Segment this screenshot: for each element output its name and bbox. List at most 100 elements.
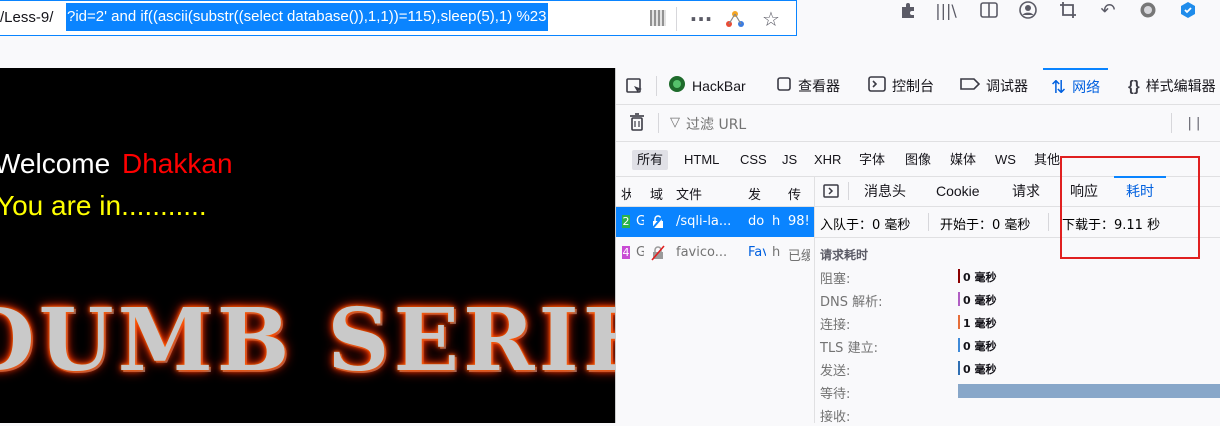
request-file: /sqli-la... <box>676 214 732 229</box>
filter-xhr[interactable]: XHR <box>809 150 846 170</box>
insecure-lock-icon <box>650 245 666 265</box>
filter-fonts[interactable]: 字体 <box>854 150 890 170</box>
pause-icon[interactable]: | | <box>1186 113 1202 133</box>
tab-cookies[interactable]: Cookie <box>936 176 980 206</box>
trash-icon[interactable] <box>626 111 648 133</box>
tab-headers[interactable]: 消息头 <box>864 176 906 206</box>
tab-inspector[interactable]: 查看器 <box>776 68 840 104</box>
filter-all[interactable]: 所有 <box>632 150 669 170</box>
tab-console[interactable]: 控制台 <box>868 68 934 104</box>
bookmark-star-icon[interactable]: ☆ <box>758 1 784 37</box>
column-status[interactable]: 状 <box>621 184 631 203</box>
qr-code-icon[interactable] <box>650 10 666 26</box>
addon-icon[interactable] <box>1176 0 1200 20</box>
timing-row-connect: 连接: 1 毫秒 <box>820 311 1220 334</box>
filter-html[interactable]: HTML <box>679 150 724 170</box>
request-row[interactable]: 2 G /sqli-la... do h 98! <box>616 207 814 237</box>
status-badge: 2 <box>622 215 630 228</box>
reader-view-icon[interactable] <box>977 0 1001 20</box>
status-text: You are in........... <box>0 190 207 221</box>
pick-element-icon[interactable] <box>624 76 646 98</box>
tab-style-editor[interactable]: {} 样式编辑器 <box>1128 68 1216 104</box>
filter-js[interactable]: JS <box>777 150 802 170</box>
url-selected-text[interactable]: ?id=2' and if((ascii(substr((select data… <box>66 3 549 31</box>
network-icon: ⇅ <box>1051 76 1067 97</box>
library-icon[interactable]: |||\ <box>934 0 958 20</box>
crop-icon[interactable] <box>1056 0 1080 20</box>
request-method: G <box>636 245 644 260</box>
timing-value: 0 毫秒 <box>963 363 997 376</box>
timing-bar <box>958 269 960 283</box>
extension-share-icon[interactable] <box>722 1 748 37</box>
timing-label: 发送: <box>820 364 851 379</box>
details-separator <box>848 182 849 200</box>
summary-queued: 入队于：0 毫秒 <box>820 218 911 233</box>
browser-toolbar: /Less-9/ ?id=2' and if((ascii(substr((se… <box>0 0 1220 68</box>
timing-label: 接收: <box>820 410 851 425</box>
timing-bar <box>958 292 960 306</box>
puzzle-icon[interactable] <box>896 0 920 20</box>
filter-media[interactable]: 媒体 <box>945 150 981 170</box>
column-domain[interactable]: 域 <box>650 184 663 203</box>
tab-hackbar[interactable]: HackBar <box>668 68 746 104</box>
request-initiator: Fav <box>748 245 766 260</box>
url-bar[interactable]: /Less-9/ ?id=2' and if((ascii(substr((se… <box>0 0 797 36</box>
timing-label: TLS 建立: <box>820 341 878 356</box>
record-icon[interactable] <box>1136 0 1160 20</box>
request-file: favico... <box>676 245 728 260</box>
console-icon <box>868 76 886 96</box>
account-icon[interactable] <box>1016 0 1040 20</box>
undo-icon[interactable]: ↶ <box>1096 0 1120 21</box>
tab-label: 样式编辑器 <box>1145 78 1216 94</box>
style-editor-icon: {} <box>1128 77 1140 95</box>
tab-separator <box>656 76 657 96</box>
timing-bar <box>958 338 960 352</box>
timing-value: 0 毫秒 <box>963 340 997 353</box>
timing-row-blocked: 阻塞: 0 毫秒 <box>820 265 1220 288</box>
summary-started: 开始于：0 毫秒 <box>940 218 1031 233</box>
summary-separator <box>928 213 929 231</box>
request-method: G <box>636 214 644 229</box>
timing-label: DNS 解析: <box>820 295 883 310</box>
filter-css[interactable]: CSS <box>735 150 772 170</box>
tab-network[interactable]: ⇅ 网络 <box>1043 68 1109 104</box>
filter-ws[interactable]: WS <box>990 150 1021 170</box>
timing-row-dns: DNS 解析: 0 毫秒 <box>820 288 1220 311</box>
timing-row-tls: TLS 建立: 0 毫秒 <box>820 334 1220 357</box>
request-type: h <box>772 245 781 260</box>
tab-debugger[interactable]: 调试器 <box>960 68 1028 104</box>
summary-separator <box>1048 213 1049 231</box>
status-badge: 4 <box>622 246 630 259</box>
devtools-tabbar: HackBar 查看器 控制台 调试器 ⇅ 网络 {} 样式编辑器 <box>616 68 1220 105</box>
tab-label: 控制台 <box>892 78 934 94</box>
webpage-viewport: Welcome Dhakkan You are in........... DU… <box>0 68 615 423</box>
more-icon[interactable]: ··· <box>688 1 714 37</box>
filter-images[interactable]: 图像 <box>900 150 936 170</box>
column-initiator[interactable]: 发 <box>748 184 761 203</box>
timing-row-wait: 等待: <box>820 380 1220 403</box>
network-filter-bar: ▽ 过滤 URL | | <box>616 105 1220 142</box>
url-separator <box>676 7 677 31</box>
timing-label: 连接: <box>820 318 851 333</box>
timing-bar <box>958 384 1220 398</box>
column-file[interactable]: 文件 <box>676 184 702 203</box>
filter-separator <box>658 113 659 133</box>
timing-value: 0 毫秒 <box>963 294 997 307</box>
column-transferred[interactable]: 传 <box>788 184 801 203</box>
dumb-series-banner: DUMB SERIES <box>0 290 615 391</box>
timing-value: 1 毫秒 <box>963 317 997 330</box>
timing-label: 阻塞: <box>820 272 851 287</box>
request-row[interactable]: 4 G favico... Fav h 已缓 <box>616 238 814 268</box>
request-size: 已缓 <box>788 249 810 264</box>
filter-icon: ▽ <box>670 114 680 130</box>
toggle-sidebar-icon[interactable] <box>822 182 840 200</box>
timing-label: 等待: <box>820 387 851 402</box>
tab-request[interactable]: 请求 <box>1012 176 1040 206</box>
hackbar-icon <box>668 75 686 97</box>
tab-label: HackBar <box>692 78 746 94</box>
debugger-icon <box>960 77 981 95</box>
highlight-annotation-box <box>1060 156 1200 259</box>
filter-url-input[interactable]: 过滤 URL <box>686 114 746 134</box>
timing-bar <box>958 361 960 375</box>
timing-bar <box>958 315 960 329</box>
